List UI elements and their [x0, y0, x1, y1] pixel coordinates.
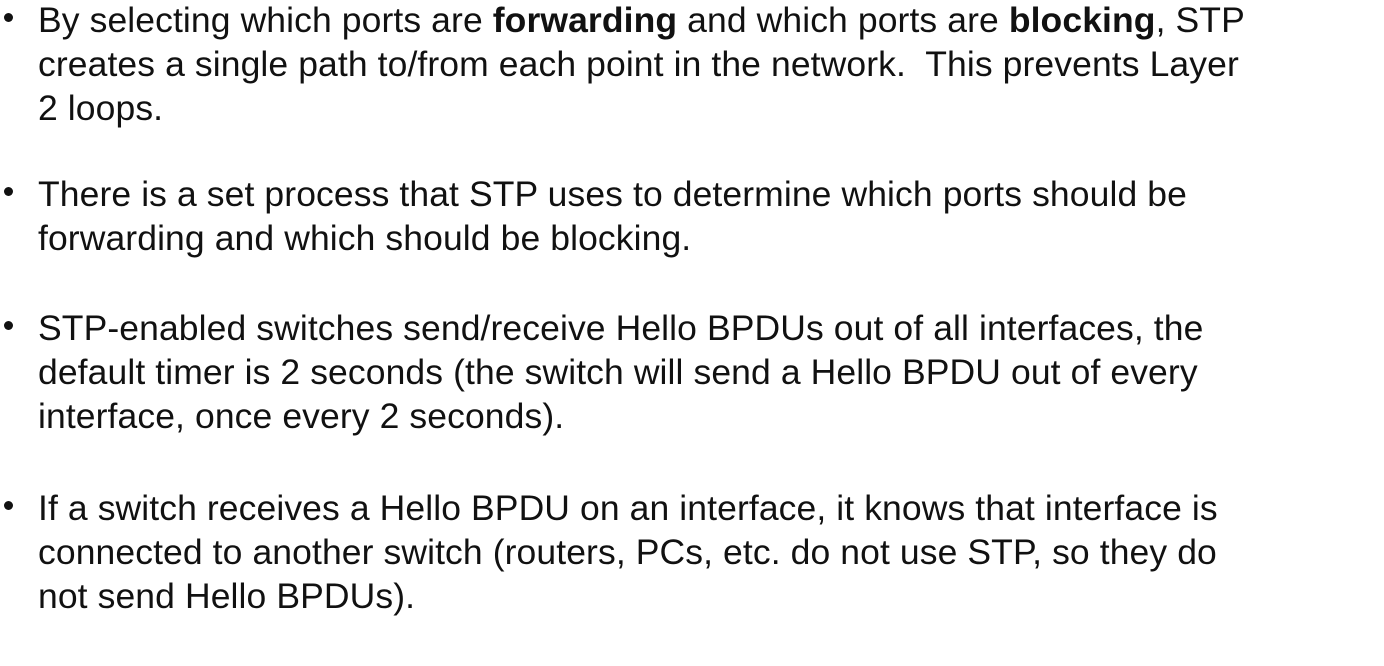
bullet-text: There is a set process that STP uses to …: [38, 172, 1378, 260]
text-segment: default timer is 2 seconds (the switch w…: [38, 352, 1198, 392]
bullet-line: interface, once every 2 seconds).: [38, 394, 1378, 438]
text-segment: not send Hello BPDUs).: [38, 576, 416, 616]
text-segment: STP-enabled switches send/receive Hello …: [38, 308, 1204, 348]
bullet-line: 2 loops.: [38, 86, 1378, 130]
bullet-dot-icon: [4, 187, 13, 196]
text-segment: connected to another switch (routers, PC…: [38, 532, 1217, 572]
text-segment: By selecting which ports are: [38, 0, 493, 40]
bullet-line: STP-enabled switches send/receive Hello …: [38, 306, 1378, 350]
bullet-line: If a switch receives a Hello BPDU on an …: [38, 486, 1378, 530]
text-segment: There is a set process that STP uses to …: [38, 174, 1187, 214]
bullet-text: If a switch receives a Hello BPDU on an …: [38, 486, 1378, 618]
bullet-line: connected to another switch (routers, PC…: [38, 530, 1378, 574]
bullet-line: default timer is 2 seconds (the switch w…: [38, 350, 1378, 394]
text-segment: interface, once every 2 seconds).: [38, 396, 565, 436]
bullet-line: creates a single path to/from each point…: [38, 42, 1378, 86]
bold-term: blocking: [1008, 0, 1156, 40]
bullet-line: not send Hello BPDUs).: [38, 574, 1378, 618]
text-segment: , STP: [1155, 0, 1245, 40]
bullet-line: There is a set process that STP uses to …: [38, 172, 1378, 216]
slide: By selecting which ports are forwarding …: [0, 0, 1384, 666]
text-segment: If a switch receives a Hello BPDU on an …: [38, 488, 1218, 528]
bullet-text: STP-enabled switches send/receive Hello …: [38, 306, 1378, 438]
bullet-dot-icon: [4, 321, 13, 330]
text-segment: 2 loops.: [38, 88, 164, 128]
bold-term: forwarding: [492, 0, 678, 40]
bullet-line: forwarding and which should be blocking.: [38, 216, 1378, 260]
text-segment: and which ports are: [677, 0, 1009, 40]
text-segment: forwarding and which should be blocking.: [38, 218, 692, 258]
bullet-dot-icon: [4, 501, 13, 510]
bullet-line: By selecting which ports are forwarding …: [38, 0, 1378, 42]
bullet-dot-icon: [4, 13, 13, 22]
bullet-text: By selecting which ports are forwarding …: [38, 0, 1378, 130]
text-segment: creates a single path to/from each point…: [38, 44, 1239, 84]
